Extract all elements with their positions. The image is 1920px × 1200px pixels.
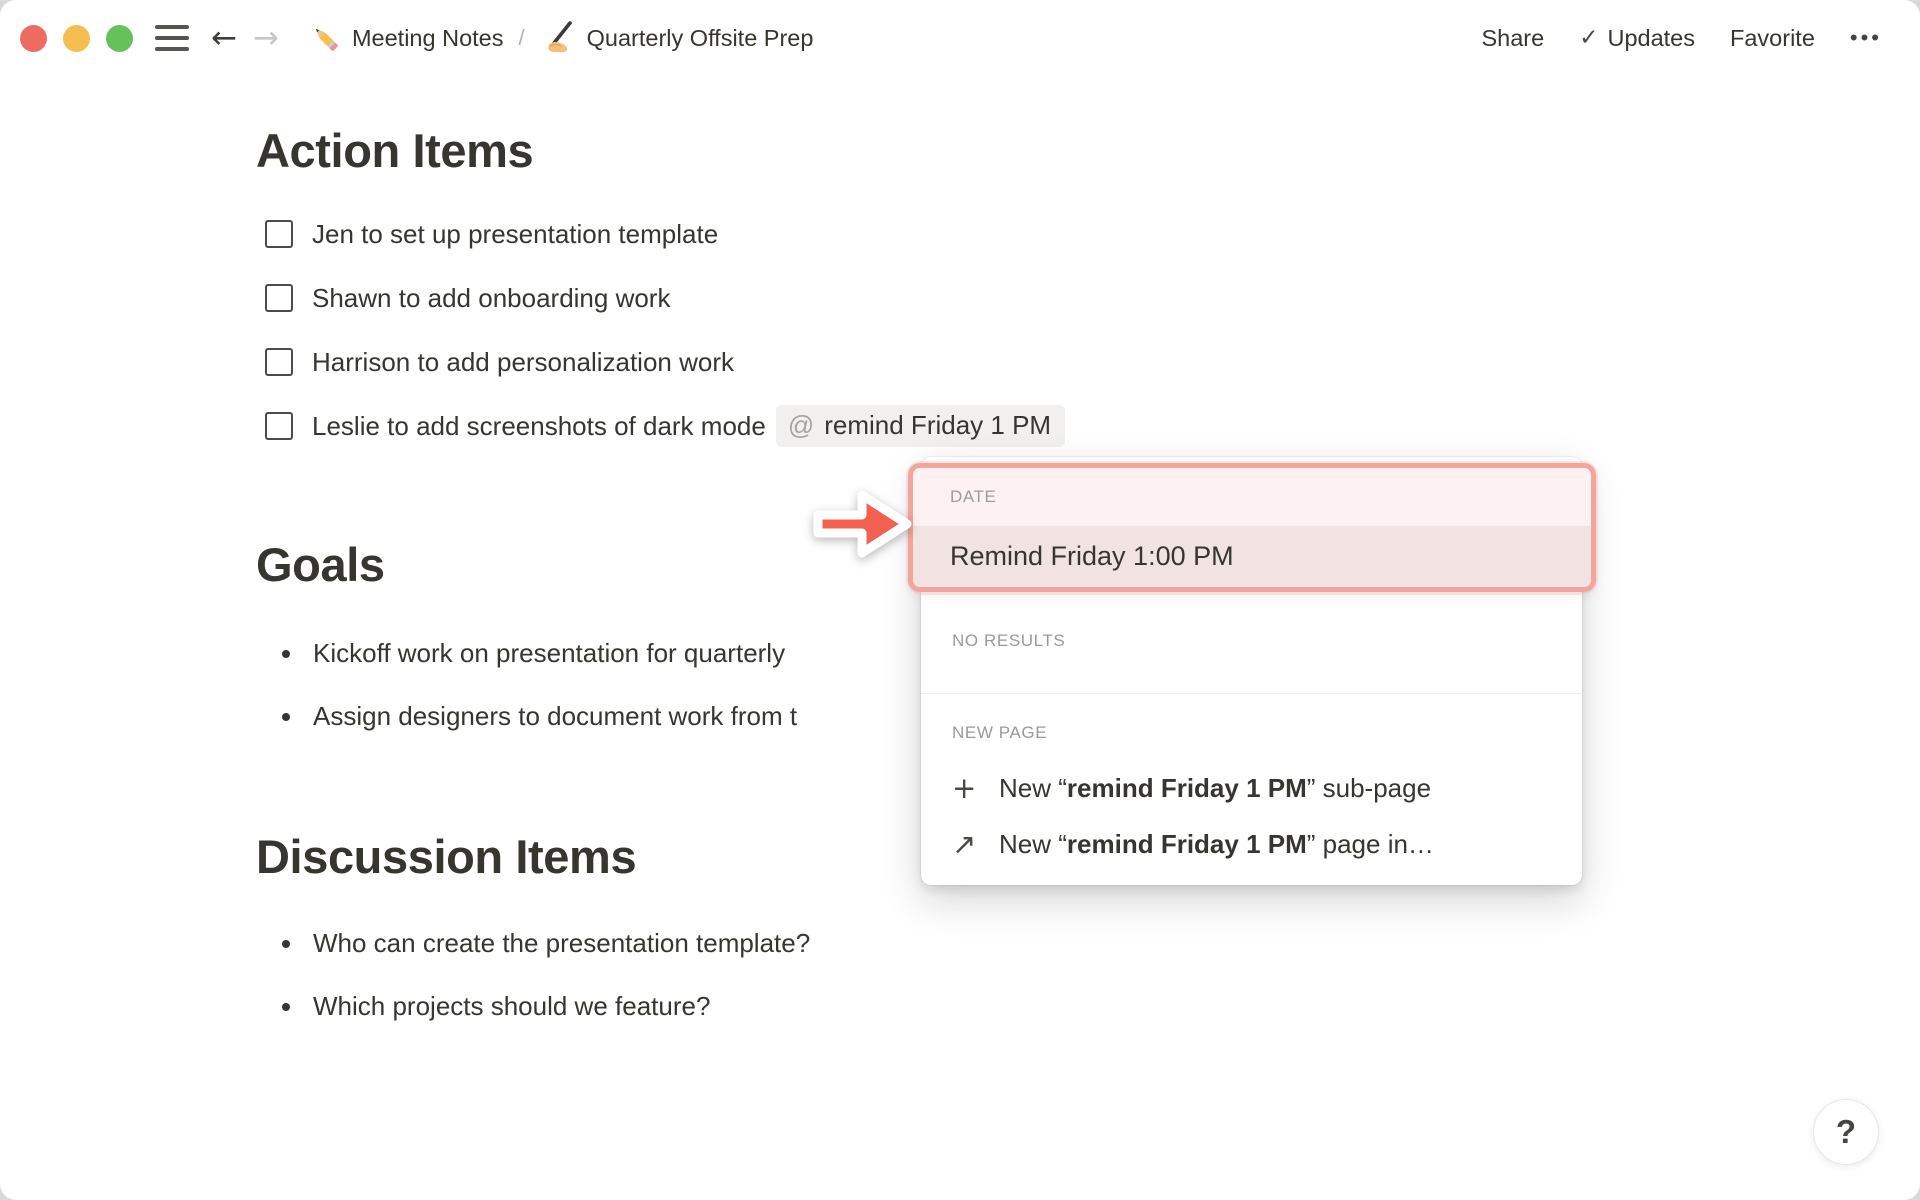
menu-item-text: Remind Friday 1:00 PM xyxy=(950,541,1234,571)
bullet-item: Which projects should we feature? xyxy=(256,975,1920,1038)
date-mention-token[interactable]: @ remind Friday 1 PM xyxy=(775,405,1066,447)
writing-hand-emoji-icon xyxy=(540,19,578,57)
menu-item-new-page-in[interactable]: ↗ New “remind Friday 1 PM” page in… xyxy=(921,816,1582,872)
traffic-lights xyxy=(20,24,133,52)
todo-checkbox[interactable] xyxy=(265,220,293,248)
menu-item-new-subpage[interactable]: + New “remind Friday 1 PM” sub-page xyxy=(921,760,1582,816)
check-icon: ✓ xyxy=(1579,25,1599,51)
todo-label: Jen to set up presentation template xyxy=(312,218,719,249)
divider xyxy=(921,693,1582,694)
divider xyxy=(921,594,1582,595)
top-bar: ← → Meeting Notes / Quarterly Offsite Pr… xyxy=(0,0,1920,76)
updates-button[interactable]: ✓ Updates xyxy=(1579,25,1695,52)
minimize-window-button[interactable] xyxy=(63,24,90,52)
at-sign-icon: @ xyxy=(787,410,815,440)
todo-checkbox[interactable] xyxy=(265,412,293,440)
share-button[interactable]: Share xyxy=(1481,25,1544,52)
forward-arrow-icon[interactable]: → xyxy=(253,22,279,54)
heading-action-items: Action Items xyxy=(256,124,534,177)
todo-row: Leslie to add screenshots of dark mode @… xyxy=(256,394,1920,458)
breadcrumb: Meeting Notes / Quarterly Offsite Prep xyxy=(307,19,813,57)
bullet-dot-icon xyxy=(282,1002,290,1011)
todo-list: Jen to set up presentation template Shaw… xyxy=(0,202,1920,458)
menu-item-text: New “remind Friday 1 PM” page in… xyxy=(999,828,1434,859)
menu-item-text: New “remind Friday 1 PM” sub-page xyxy=(999,772,1432,803)
bullet-text: Assign designers to document work from t xyxy=(313,701,798,731)
close-window-button[interactable] xyxy=(20,24,47,52)
date-section-highlight-annotation: DATE Remind Friday 1:00 PM xyxy=(908,463,1596,592)
bullet-text: Who can create the presentation template… xyxy=(313,928,811,958)
discussion-bullet-list: Who can create the presentation template… xyxy=(0,912,1920,1038)
breadcrumb-page-quarterly-offsite-prep[interactable]: Quarterly Offsite Prep xyxy=(587,25,814,52)
bullet-dot-icon xyxy=(282,649,290,658)
bullet-text: Which projects should we feature? xyxy=(313,991,711,1021)
todo-row: Harrison to add personalization work xyxy=(256,330,1920,394)
new-page-section-label: NEW PAGE xyxy=(952,723,1048,742)
red-arrow-annotation-icon xyxy=(806,483,918,570)
todo-row: Shawn to add onboarding work xyxy=(256,266,1920,330)
date-section-header: DATE xyxy=(913,468,1591,526)
breadcrumb-separator: / xyxy=(518,25,525,50)
sidebar-menu-icon[interactable] xyxy=(155,25,189,51)
todo-row: Jen to set up presentation template xyxy=(256,202,1920,266)
ellipsis-icon: ••• xyxy=(1849,25,1882,50)
todo-checkbox[interactable] xyxy=(265,348,293,376)
notion-window: ← → Meeting Notes / Quarterly Offsite Pr… xyxy=(0,0,1920,1200)
plus-icon: + xyxy=(952,771,977,805)
arrow-up-right-icon: ↗ xyxy=(952,827,977,861)
bullet-dot-icon xyxy=(282,712,290,721)
todo-label: Shawn to add onboarding work xyxy=(312,282,671,313)
zoom-window-button[interactable] xyxy=(106,24,133,52)
bullet-item: Who can create the presentation template… xyxy=(256,912,1920,975)
pencil-emoji-icon xyxy=(307,20,343,56)
todo-label: Leslie to add screenshots of dark mode xyxy=(312,410,766,441)
favorite-button[interactable]: Favorite xyxy=(1730,25,1815,52)
breadcrumb-page-meeting-notes[interactable]: Meeting Notes xyxy=(352,25,504,52)
mention-query-text: remind Friday 1 PM xyxy=(824,410,1052,440)
todo-checkbox[interactable] xyxy=(265,284,293,312)
back-arrow-icon[interactable]: ← xyxy=(211,22,237,54)
bullet-text: Kickoff work on presentation for quarter… xyxy=(313,638,786,668)
help-button[interactable]: ? xyxy=(1813,1099,1879,1165)
more-options-button[interactable]: ••• xyxy=(1850,25,1882,51)
bullet-dot-icon xyxy=(282,939,290,948)
menu-item-remind-friday[interactable]: Remind Friday 1:00 PM xyxy=(913,526,1591,587)
todo-label: Harrison to add personalization work xyxy=(312,346,734,377)
topbar-actions: Share ✓ Updates Favorite ••• xyxy=(1481,25,1882,52)
date-section-label: DATE xyxy=(950,487,997,506)
no-results-label: NO RESULTS xyxy=(952,631,1066,650)
